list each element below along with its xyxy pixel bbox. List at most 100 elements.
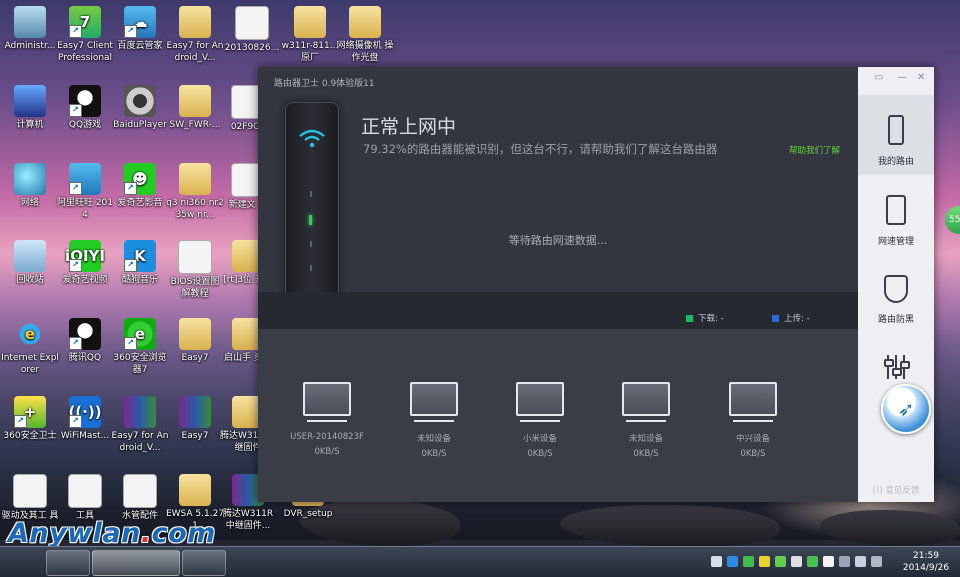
tablet-icon bbox=[886, 195, 906, 225]
folder-icon bbox=[179, 163, 211, 195]
wallpaper-rock bbox=[820, 510, 960, 546]
taskbar-app-button[interactable] bbox=[46, 550, 90, 576]
recycle-bin-icon bbox=[14, 240, 46, 272]
device-name: 小米设备 bbox=[522, 434, 557, 444]
desktop-icon-easy7-android[interactable]: Easy7 for Android_V... bbox=[165, 6, 225, 64]
floating-bird-assistant-icon[interactable]: ➶ bbox=[881, 384, 931, 434]
desktop-icon-tools[interactable]: 工具 bbox=[55, 474, 115, 522]
qq-penguin-icon: ↗ bbox=[69, 85, 101, 117]
download-legend-label: 下载: - bbox=[698, 314, 724, 324]
router-guard-window: 路由器卫士 0.9体验版11 正常上网中 79.32%的路由器能被识别，但这台不… bbox=[258, 67, 934, 502]
tray-icon[interactable] bbox=[791, 556, 802, 567]
watermark-text-suffix: com bbox=[151, 518, 216, 549]
desktop-icon-q3-ni360[interactable]: q3 ni360 nr235w nr... bbox=[165, 163, 225, 221]
window-title: 路由器卫士 0.9体验版11 bbox=[274, 79, 375, 89]
document-icon bbox=[178, 240, 212, 274]
system-clock[interactable]: 21:59 2014/9/26 bbox=[898, 550, 954, 574]
easy7-icon: 7 ↗ bbox=[69, 6, 101, 38]
nav-my-router[interactable]: 我的路由 bbox=[858, 95, 934, 175]
desktop-icon-360-safe[interactable]: + ↗ 360安全卫士 bbox=[0, 396, 60, 442]
tray-shield-icon[interactable] bbox=[775, 556, 786, 567]
connected-device[interactable]: 未知设备 0KB/S bbox=[389, 382, 479, 459]
nav-label: 网速管理 bbox=[877, 237, 914, 247]
wifi-icon: ((·)) ↗ bbox=[68, 396, 102, 428]
connected-device[interactable]: 未知设备 0KB/S bbox=[601, 382, 691, 459]
folder-icon bbox=[349, 6, 381, 38]
desktop-icon-sw-fwr[interactable]: SW_FWR-... bbox=[165, 85, 225, 131]
connected-device[interactable]: 小米设备 0KB/S bbox=[495, 382, 585, 459]
folder-icon bbox=[294, 6, 326, 38]
desktop-icon-computer[interactable]: 计算机 bbox=[0, 85, 60, 131]
desktop-icon-kugou[interactable]: K ↗ 酷狗音乐 bbox=[110, 240, 170, 286]
flag-icon[interactable] bbox=[823, 556, 834, 567]
tray-icon[interactable] bbox=[871, 556, 882, 567]
device-speed: 0KB/S bbox=[633, 449, 659, 459]
desktop-icon-internet-explorer[interactable]: e Internet Explorer bbox=[0, 318, 60, 376]
close-button[interactable]: ✕ bbox=[917, 72, 925, 83]
desktop-icon-pipe-parts[interactable]: 水管配件 bbox=[110, 474, 170, 522]
router-led bbox=[310, 191, 312, 197]
taskbar-app-button[interactable] bbox=[182, 550, 226, 576]
speed-legend-band bbox=[258, 292, 858, 329]
desktop-icon-baiduplayer[interactable]: BaiduPlayer bbox=[110, 85, 170, 131]
desktop-icon-20130826[interactable]: 20130826... bbox=[222, 6, 282, 54]
device-name: 中兴设备 bbox=[735, 434, 770, 444]
device-speed: 0KB/S bbox=[740, 449, 766, 459]
tray-icon[interactable] bbox=[727, 556, 738, 567]
volume-icon[interactable] bbox=[855, 556, 866, 567]
desktop-icon-camera-disc[interactable]: 网络摄像机 操作光盘 bbox=[335, 6, 395, 64]
desktop-icon-qq-game[interactable]: ↗ QQ游戏 bbox=[55, 85, 115, 131]
monitor-icon bbox=[410, 382, 458, 416]
kugou-icon: K ↗ bbox=[124, 240, 156, 272]
help-us-link[interactable]: 帮助我们了解 bbox=[789, 144, 840, 156]
desktop-icon-easy7-client[interactable]: 7 ↗ Easy7 Client Professional bbox=[55, 6, 115, 64]
desktop-icon-administrator[interactable]: Administr... bbox=[0, 6, 60, 52]
qq-penguin-icon: ↗ bbox=[69, 318, 101, 350]
tray-icon[interactable] bbox=[711, 556, 722, 567]
router-led bbox=[310, 265, 312, 271]
desktop-icon-bios-guide[interactable]: BIOS设置图 解教程 bbox=[165, 240, 225, 300]
device-name: 未知设备 bbox=[416, 434, 451, 444]
desktop-icon-easy7-rar[interactable]: Easy7 bbox=[165, 396, 225, 442]
floating-speed-badge[interactable]: 55 bbox=[945, 206, 960, 234]
app-main-panel: 路由器卫士 0.9体验版11 正常上网中 79.32%的路由器能被识别，但这台不… bbox=[258, 67, 858, 502]
taskbar-app-button-active[interactable] bbox=[92, 550, 180, 576]
document-icon bbox=[13, 474, 47, 508]
speed-waiting-text: 等待路由网速数据... bbox=[508, 234, 608, 247]
desktop-icon-w311r[interactable]: w311r-811... 原厂 bbox=[280, 6, 340, 64]
connected-device[interactable]: 中兴设备 0KB/S bbox=[708, 382, 798, 459]
watermark-text: Anywlan bbox=[8, 518, 141, 549]
desktop-icon-iqiyi-video[interactable]: iQIYI ↗ 爱奇艺视频 bbox=[55, 240, 115, 286]
tray-icon[interactable] bbox=[807, 556, 818, 567]
desktop-icon-aliwangwang[interactable]: ↗ 阿里旺旺 2014 bbox=[55, 163, 115, 221]
desktop-icon-recycle-bin[interactable]: 回收站 bbox=[0, 240, 60, 286]
upload-legend-label: 上传: - bbox=[784, 314, 810, 324]
feedback-link[interactable]: (!) 意见反馈 bbox=[858, 484, 934, 496]
folder-icon bbox=[179, 474, 211, 506]
network-icon[interactable] bbox=[839, 556, 850, 567]
nav-router-protection[interactable]: 路由防黑 bbox=[858, 255, 934, 335]
desktop-icon-iqiyi-player[interactable]: ☻ ↗ 爱奇艺影音 bbox=[110, 163, 170, 209]
desktop-icon-baidu-cloud[interactable]: ☁ ↗ 百度云管家 bbox=[110, 6, 170, 52]
wifi-icon bbox=[299, 129, 325, 148]
desktop-icon-tencent-qq[interactable]: ↗ 腾讯QQ bbox=[55, 318, 115, 364]
desktop-icon-network[interactable]: 网络 bbox=[0, 163, 60, 209]
minimize-button[interactable]: — bbox=[897, 72, 907, 83]
feedback-message-icon[interactable]: ▭ bbox=[874, 72, 883, 83]
device-speed: 0KB/S bbox=[421, 449, 447, 459]
desktop-icon-easy7-folder[interactable]: Easy7 bbox=[165, 318, 225, 364]
monitor-icon bbox=[303, 382, 351, 416]
iqiyi-icon: iQIYI ↗ bbox=[65, 240, 105, 272]
download-legend: 下载: - bbox=[686, 312, 724, 324]
desktop-icon-360-browser[interactable]: e ↗ 360安全浏览 器7 bbox=[110, 318, 170, 376]
desktop-icon-drivers-tools[interactable]: 驱动及其工 具 bbox=[0, 474, 60, 522]
device-name: USER-20140823F bbox=[290, 432, 364, 442]
tray-icon[interactable] bbox=[743, 556, 754, 567]
nav-speed-management[interactable]: 网速管理 bbox=[858, 175, 934, 255]
desktop-icon-easy7-android-rar[interactable]: Easy7 for Android_V... bbox=[110, 396, 170, 454]
tray-icon[interactable] bbox=[759, 556, 770, 567]
device-speed: 0KB/S bbox=[527, 449, 553, 459]
desktop-icon-wifimaster[interactable]: ((·)) ↗ WiFiMast... bbox=[55, 396, 115, 442]
monitor-icon bbox=[622, 382, 670, 416]
connected-device[interactable]: USER-20140823F 0KB/S bbox=[282, 382, 372, 457]
